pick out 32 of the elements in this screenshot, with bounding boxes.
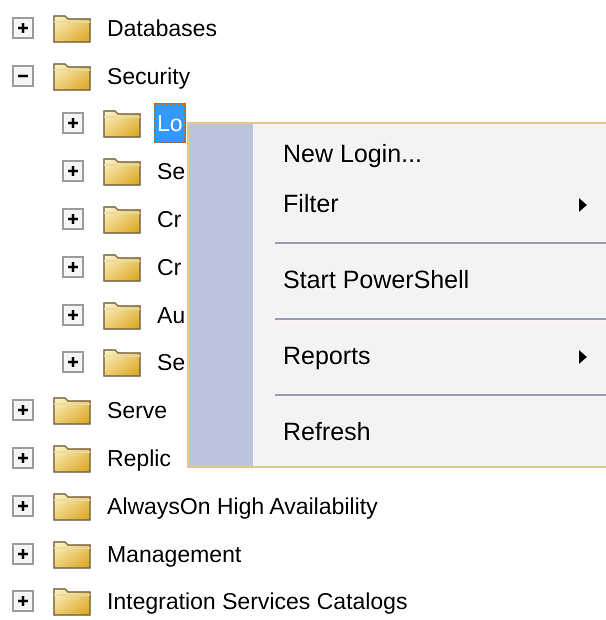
menu-item[interactable]: Refresh (253, 408, 606, 458)
tree-item[interactable]: Security (104, 56, 194, 96)
plus-box-icon[interactable] (12, 590, 34, 612)
tree-item[interactable]: Se (154, 151, 188, 192)
tree-item[interactable]: Au (154, 294, 188, 335)
tree-item[interactable]: Management (104, 534, 244, 574)
menu-item[interactable]: Filter (253, 180, 606, 230)
plus-box-icon[interactable] (12, 542, 34, 565)
tree-item[interactable]: Se (154, 342, 188, 382)
plus-box-icon[interactable] (62, 112, 84, 134)
menu-item[interactable]: Reports (253, 332, 606, 382)
plus-box-icon[interactable] (62, 256, 84, 278)
submenu-arrow-icon (578, 349, 588, 365)
menu-item[interactable]: New Login... (253, 130, 606, 180)
menu-item[interactable]: Start PowerShell (253, 256, 606, 306)
tree-item[interactable]: Cr (154, 199, 184, 240)
plus-box-icon[interactable] (62, 304, 84, 326)
tree-item[interactable]: Integration Services Catalogs (104, 581, 410, 620)
tree-item[interactable]: Serve (104, 390, 170, 430)
tree-item[interactable]: Cr (154, 246, 184, 287)
plus-box-icon[interactable] (62, 160, 84, 182)
plus-box-icon[interactable] (12, 447, 34, 470)
plus-box-icon[interactable] (62, 351, 84, 374)
plus-box-icon[interactable] (12, 399, 34, 422)
submenu-arrow-icon (578, 197, 588, 213)
plus-box-icon[interactable] (62, 208, 84, 230)
plus-box-icon[interactable] (12, 16, 34, 39)
plus-box-icon[interactable] (12, 494, 34, 517)
tree-item[interactable]: Databases (104, 8, 220, 48)
tree-item[interactable]: Replic (104, 438, 174, 478)
minus-box-icon[interactable] (12, 64, 34, 87)
tree-item[interactable]: AlwaysOn High Availability (104, 486, 381, 526)
